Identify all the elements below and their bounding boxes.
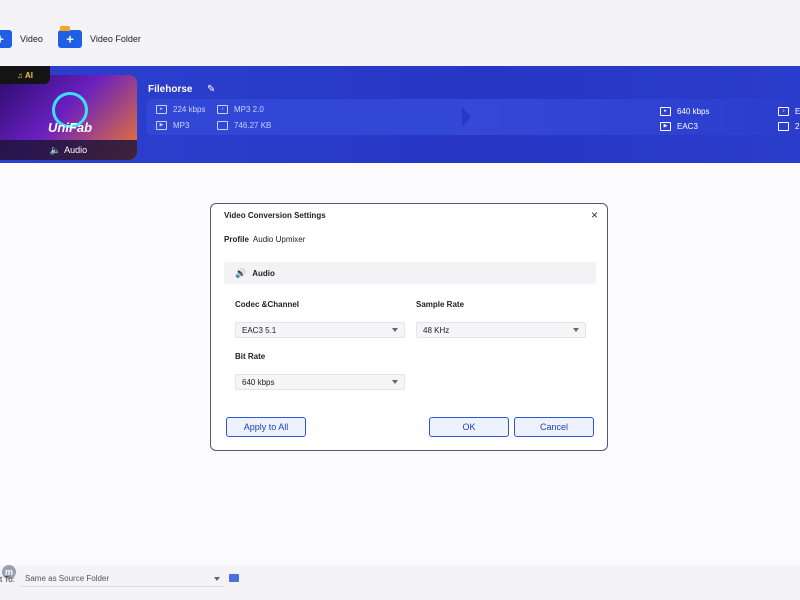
sample-rate-select[interactable]: 48 KHz bbox=[416, 322, 586, 338]
source-audio-format: ♪ MP3 2.0 bbox=[217, 105, 264, 114]
add-video-folder-button[interactable]: + Video Folder bbox=[58, 26, 141, 52]
ai-badge: ♫ AI bbox=[0, 66, 50, 84]
codec-channel-label: Codec &Channel bbox=[235, 300, 300, 309]
play-icon: ▶ bbox=[660, 122, 671, 131]
audio-icon: ♪ bbox=[778, 107, 789, 116]
thumbnail-type-label: Audio bbox=[64, 145, 88, 155]
codec-channel-select[interactable]: EAC3 5.1 bbox=[235, 322, 405, 338]
dialog-title: Video Conversion Settings bbox=[224, 211, 326, 220]
chevron-down-icon bbox=[392, 380, 398, 384]
folder-icon bbox=[778, 122, 789, 131]
output-bitrate: ▸ 640 kbps bbox=[660, 107, 709, 116]
top-toolbar: + Video + Video Folder bbox=[0, 0, 800, 67]
add-video-icon: + bbox=[0, 30, 12, 48]
source-container: ▶ MP3 bbox=[156, 121, 189, 130]
cancel-button[interactable]: Cancel bbox=[514, 417, 594, 437]
ok-button[interactable]: OK bbox=[429, 417, 509, 437]
conversion-arrow bbox=[455, 99, 800, 135]
bit-rate-select[interactable]: 640 kbps bbox=[235, 374, 405, 390]
conversion-settings-dialog: Video Conversion Settings × Profile Audio… bbox=[210, 203, 608, 451]
apply-to-all-button[interactable]: Apply to All bbox=[226, 417, 306, 437]
speaker-icon: 🔊 bbox=[235, 267, 247, 278]
chevron-down-icon bbox=[214, 577, 220, 581]
add-folder-label: Video Folder bbox=[90, 34, 141, 44]
thumbnail-type-bar: 🔈 Audio bbox=[0, 140, 137, 160]
output-folder-select[interactable]: Same as Source Folder bbox=[20, 571, 224, 587]
profile-label: Profile bbox=[224, 235, 249, 244]
task-row[interactable]: UniFab 🔈 Audio Filehorse ✎ ▸ 224 kbps ♪ MP… bbox=[0, 66, 800, 163]
output-to-label: t To: bbox=[0, 575, 15, 584]
source-bitrate: ▸ 224 kbps bbox=[156, 105, 205, 114]
profile-row: Profile Audio Upmixer bbox=[224, 235, 305, 244]
profile-value: Audio Upmixer bbox=[252, 235, 306, 244]
add-video-button[interactable]: + Video bbox=[0, 26, 43, 52]
edit-icon[interactable]: ✎ bbox=[207, 84, 215, 95]
output-size: 2. bbox=[778, 122, 800, 131]
bitrate-icon: ▸ bbox=[156, 105, 167, 114]
folder-icon bbox=[217, 121, 228, 130]
thumbnail-logo-text: UniFab bbox=[48, 120, 93, 135]
speaker-icon: 🔈 bbox=[49, 144, 62, 155]
sample-rate-label: Sample Rate bbox=[416, 300, 465, 309]
task-filename: Filehorse bbox=[148, 84, 193, 95]
source-size: 746.27 KB bbox=[217, 121, 271, 130]
bitrate-icon: ▸ bbox=[660, 107, 671, 116]
close-icon[interactable]: × bbox=[591, 208, 598, 222]
open-folder-icon[interactable] bbox=[229, 574, 239, 582]
task-thumbnail[interactable]: UniFab 🔈 Audio bbox=[0, 75, 137, 160]
chevron-down-icon bbox=[573, 328, 579, 332]
audio-section-header: 🔊 Audio bbox=[224, 262, 596, 284]
output-format: ♪EA bbox=[778, 107, 800, 116]
audio-icon: ♪ bbox=[217, 105, 228, 114]
audio-section-label: Audio bbox=[252, 268, 275, 278]
add-folder-icon: + bbox=[58, 26, 82, 48]
chevron-down-icon bbox=[392, 328, 398, 332]
source-info-box: ▸ 224 kbps ♪ MP3 2.0 ▶ MP3 746.27 KB bbox=[147, 99, 462, 135]
output-codec: ▶ EAC3 bbox=[660, 122, 698, 131]
add-video-label: Video bbox=[20, 34, 43, 44]
play-icon: ▶ bbox=[156, 121, 167, 130]
music-icon: ♫ bbox=[17, 70, 23, 80]
bit-rate-label: Bit Rate bbox=[235, 352, 266, 361]
